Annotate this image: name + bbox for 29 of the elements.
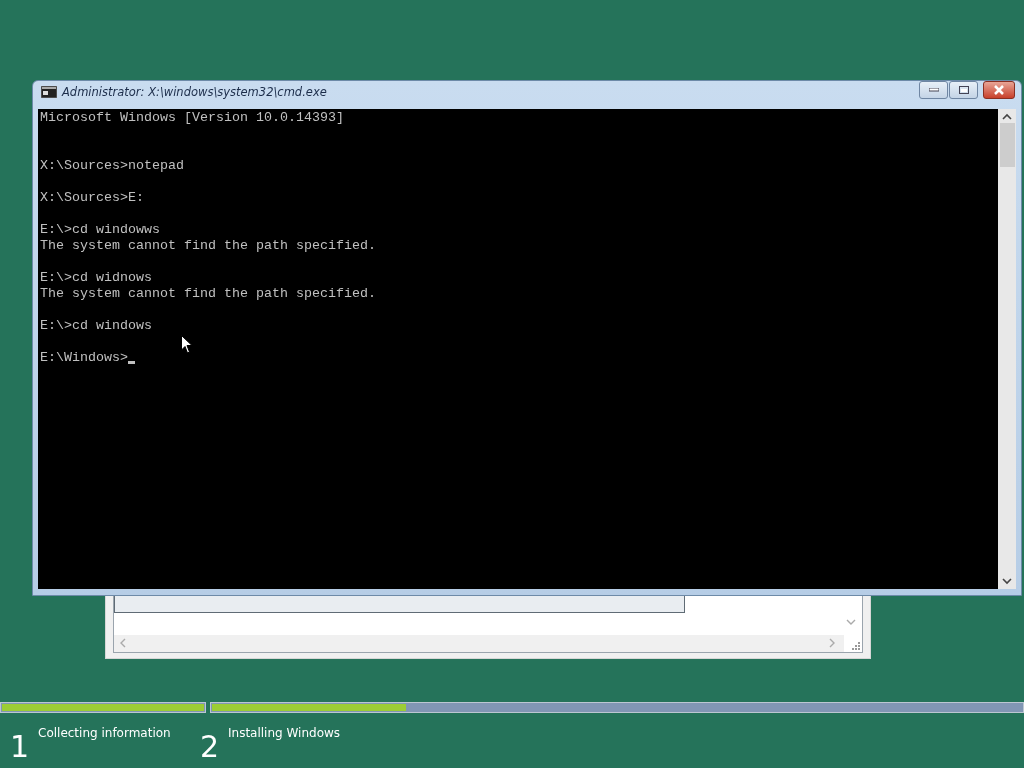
- minimize-icon: [928, 88, 939, 92]
- step-label: Installing Windows: [228, 726, 341, 742]
- scroll-up-icon[interactable]: [1002, 113, 1012, 121]
- input-field[interactable]: [114, 596, 685, 613]
- resize-grip-icon[interactable]: [852, 642, 860, 650]
- console-line: The system cannot find the path specified.: [40, 238, 376, 254]
- console-line: E:\>cd widnows: [40, 270, 152, 286]
- step-number: 1: [10, 730, 31, 764]
- text-cursor: [128, 361, 135, 364]
- scroll-thumb[interactable]: [999, 123, 1015, 167]
- console-line: X:\Sources>E:: [40, 190, 144, 206]
- console-line: The system cannot find the path specified.: [40, 286, 376, 302]
- close-button[interactable]: [983, 81, 1015, 99]
- console-line: X:\Sources>notepad: [40, 158, 184, 174]
- step-number: 2: [200, 730, 221, 764]
- scroll-down-icon[interactable]: [1002, 577, 1012, 585]
- close-icon: [993, 85, 1005, 95]
- scroll-left-icon[interactable]: [119, 638, 127, 648]
- mouse-pointer-icon: [181, 335, 193, 354]
- step-label: Collecting information: [38, 726, 171, 742]
- scroll-right-icon[interactable]: [828, 638, 836, 648]
- console-line: E:\>cd windows: [40, 318, 152, 334]
- console-line: Microsoft Windows [Version 10.0.14393]: [40, 110, 344, 126]
- console-line: E:\>cd windowws: [40, 222, 160, 238]
- maximize-button[interactable]: [949, 81, 978, 99]
- maximize-icon: [958, 86, 969, 94]
- window-title: Administrator: X:\windows\system32\cmd.exe: [62, 85, 328, 99]
- console-icon: [41, 86, 57, 98]
- console-prompt: E:\Windows>: [40, 350, 128, 366]
